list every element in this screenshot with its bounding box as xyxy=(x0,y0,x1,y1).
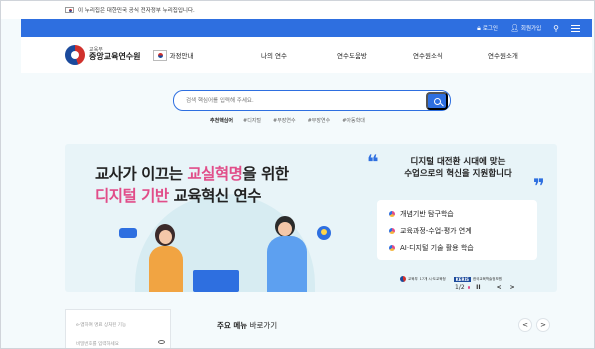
search-input[interactable] xyxy=(186,94,406,108)
utility-bar: 🔒︎ 로그인 👤︎ 회원가입 ⚲ xyxy=(21,19,592,37)
nav-item-my-training[interactable]: 나의 연수 xyxy=(261,50,301,60)
keyword-link[interactable]: #부장연수 xyxy=(273,117,296,124)
banner-pager: 1/2 II < > xyxy=(455,284,515,291)
gov-notice-strip: 이 누리집은 대한민국 공식 전자정부 누리집입니다. xyxy=(1,1,594,19)
nav-item-help[interactable]: 연수도움방 xyxy=(337,50,377,60)
signup-label: 회원가입 xyxy=(520,26,542,32)
lock-icon: 🔒︎ xyxy=(477,23,481,32)
quick-menu-title: 주요 메뉴 바로가기 xyxy=(217,321,278,330)
banner-prev-button[interactable]: < xyxy=(497,284,502,291)
signup-link[interactable]: 👤︎ 회원가입 xyxy=(510,24,541,32)
active-dot-icon xyxy=(467,286,471,289)
banner-page-indicator: 1/2 xyxy=(455,284,465,291)
user-icon: 👤︎ xyxy=(510,24,519,32)
quick-menu-prev-button[interactable]: < xyxy=(518,318,532,332)
site-header: 교육부 중앙교육연수원 과정안내 나의 연수 연수도움방 연수원소식 연수원소개 xyxy=(21,37,592,73)
hamburger-menu-icon[interactable] xyxy=(571,24,580,32)
banner-subtitle: 디지털 대전환 시대에 맞는 수업으로의 혁신을 지원합니다 xyxy=(404,157,512,180)
nav-item-news[interactable]: 연수원소식 xyxy=(413,50,453,60)
login-link[interactable]: 🔒︎ 로그인 xyxy=(477,24,498,33)
id-field[interactable]: e-앱하여 명료 상처된 기능 xyxy=(76,322,126,328)
bullet-icon xyxy=(389,227,395,234)
banner-title-line1: 교사가 이끄는 교실혁명을 위한 xyxy=(95,165,289,183)
student-illustration xyxy=(261,216,323,292)
taegeuk-flag-icon xyxy=(152,49,167,61)
banner-partner-logos: 교육부 17개 시·도교육청 KERIS 한국교육학술정보원 xyxy=(400,276,502,282)
keyword-link[interactable]: #디지털 xyxy=(243,117,261,124)
list-item: 교육과정-수업-평가 연계 xyxy=(389,222,537,239)
banner-title-line2: 디지털 기반 교육혁신 연수 xyxy=(95,187,262,205)
search-button[interactable] xyxy=(426,92,448,110)
keyword-link[interactable]: #부장연수 xyxy=(308,117,331,124)
page: 이 누리집은 대한민국 공식 전자정부 누리집입니다. 🔒︎ 로그인 👤︎ 회원… xyxy=(0,0,595,349)
magnifier-icon xyxy=(433,97,441,105)
recommended-keywords: 추천핵심어 #디지털 #부장연수 #부장연수 #아동학대 xyxy=(210,117,377,124)
keywords-title: 추천핵심어 xyxy=(210,118,234,124)
laptop-icon xyxy=(193,270,239,292)
logo-institute-name: 중앙교육연수원 xyxy=(89,52,141,62)
banner-feature-list: 개념기반 탐구학습 교육과정-수업-평가 연계 AI·디지털 기술 활용 학습 xyxy=(377,200,537,260)
government-emblem-icon xyxy=(400,276,406,282)
course-guide-button[interactable]: 과정안내 xyxy=(152,49,194,61)
korea-flag-icon xyxy=(65,7,74,13)
course-guide-label: 과정안내 xyxy=(169,52,194,60)
list-item: 개념기반 탐구학습 xyxy=(389,205,537,222)
quick-menu-next-button[interactable]: > xyxy=(536,318,550,332)
quote-open-icon: ❝ xyxy=(367,150,379,174)
search-icon[interactable]: ⚲ xyxy=(553,24,559,33)
eye-icon[interactable] xyxy=(158,340,165,344)
speech-bubble-icon xyxy=(119,228,137,238)
government-emblem-icon xyxy=(65,45,85,65)
quote-close-icon: ❞ xyxy=(533,174,545,198)
keyword-link[interactable]: #아동학대 xyxy=(342,117,365,124)
site-logo[interactable]: 교육부 중앙교육연수원 xyxy=(65,45,141,65)
login-panel: e-앱하여 명료 상처된 기능 비밀번호를 입력하세요 xyxy=(65,309,171,348)
main-banner[interactable]: 교사가 이끄는 교실혁명을 위한 디지털 기반 교육혁신 연수 ❝ 디지털 대전… xyxy=(65,144,557,292)
banner-next-button[interactable]: > xyxy=(510,284,515,291)
password-field[interactable]: 비밀번호를 입력하세요 xyxy=(76,341,119,347)
gov-notice-text: 이 누리집은 대한민국 공식 전자정부 누리집입니다. xyxy=(78,8,195,14)
bullet-icon xyxy=(389,210,395,217)
bullet-icon xyxy=(389,244,395,251)
nav-item-about[interactable]: 연수원소개 xyxy=(488,50,528,60)
search-box xyxy=(173,90,451,111)
lightbulb-icon xyxy=(317,226,331,240)
pause-button[interactable]: II xyxy=(476,284,480,291)
list-item: AI·디지털 기술 활용 학습 xyxy=(389,239,537,256)
login-label: 로그인 xyxy=(482,26,498,32)
